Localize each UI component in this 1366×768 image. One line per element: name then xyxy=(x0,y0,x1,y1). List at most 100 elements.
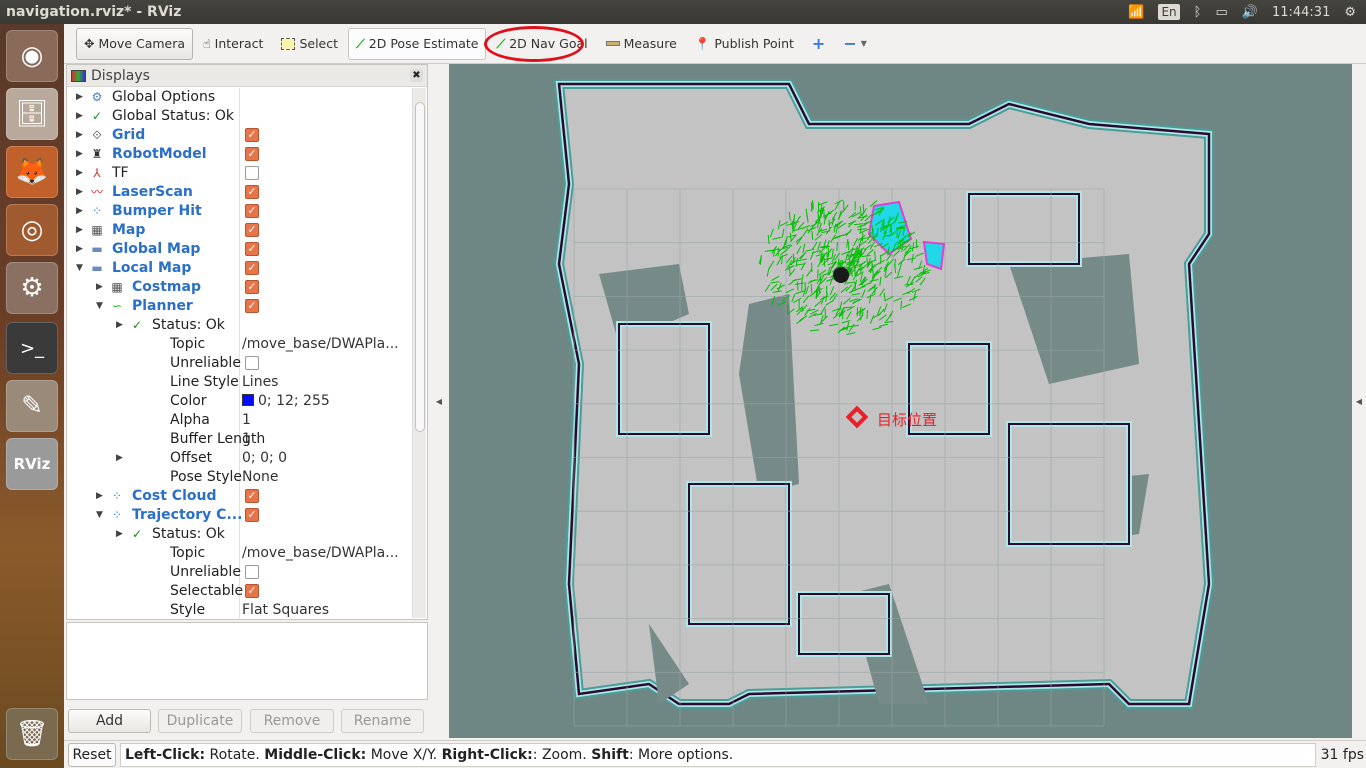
tree-row[interactable]: ▶ ⁘ Bumper Hit ✓ xyxy=(67,202,412,221)
tree-row[interactable]: Color 0; 12; 255 xyxy=(67,392,412,411)
visibility-checkbox[interactable]: ✓ xyxy=(245,185,259,199)
tree-row[interactable]: Selectable ✓ xyxy=(67,582,412,601)
tree-row[interactable]: Topic/move_base/DWAPla... xyxy=(67,544,412,563)
terminal-icon[interactable]: >_ xyxy=(6,322,58,374)
expand-arrow-icon[interactable]: ▶ xyxy=(116,525,123,544)
tree-row[interactable]: ▶ 〰 LaserScan ✓ xyxy=(67,183,412,202)
row-value[interactable]: /move_base/DWAPla... xyxy=(242,335,399,354)
visibility-checkbox[interactable]: ✓ xyxy=(245,299,259,313)
firefox-icon[interactable]: 🦊 xyxy=(6,146,58,198)
visibility-checkbox[interactable]: ✓ xyxy=(245,280,259,294)
collapse-arrow-icon[interactable]: ▼ xyxy=(76,259,83,278)
tree-row[interactable]: ▶ ▬ Global Map ✓ xyxy=(67,240,412,259)
tree-row[interactable]: ▼ ∽ Planner ✓ xyxy=(67,297,412,316)
tree-row[interactable]: ▶ ⅄ TF xyxy=(67,164,412,183)
tree-row[interactable]: ▶ ✓ Status: Ok xyxy=(67,525,412,544)
tree-row[interactable]: ▼ ⁘ Trajectory C... ✓ xyxy=(67,506,412,525)
row-value[interactable]: None xyxy=(242,468,279,487)
expand-arrow-icon[interactable]: ▶ xyxy=(116,316,123,335)
row-value[interactable]: /move_base/DWAPla... xyxy=(242,544,399,563)
expand-arrow-icon[interactable]: ▶ xyxy=(116,449,123,468)
tree-row[interactable]: Buffer Length 1 xyxy=(67,430,412,449)
visibility-checkbox[interactable]: ✓ xyxy=(245,147,259,161)
wifi-icon[interactable]: 📶 xyxy=(1128,5,1144,20)
collapse-arrow-icon[interactable]: ▼ xyxy=(96,506,103,525)
row-value[interactable]: 1 xyxy=(242,411,251,430)
rename-display-button[interactable]: Rename xyxy=(341,709,424,733)
tree-row[interactable]: ▶ ▦ Map ✓ xyxy=(67,221,412,240)
publish-point-tool[interactable]: 📍 Publish Point xyxy=(687,28,802,60)
select-tool[interactable]: Select xyxy=(273,28,346,60)
tree-row[interactable]: Pose Style None xyxy=(67,468,412,487)
tree-row[interactable]: Alpha 1 xyxy=(67,411,412,430)
rviz-icon[interactable]: RViz xyxy=(6,438,58,490)
move-camera-tool[interactable]: ✥ Move Camera xyxy=(76,27,194,60)
nav-goal-tool[interactable]: ⟋ 2D Nav Goal xyxy=(488,28,595,60)
tree-row[interactable]: Line Style Lines xyxy=(67,373,412,392)
visibility-checkbox[interactable]: ✓ xyxy=(245,508,259,522)
map-render[interactable]: 目标位置 xyxy=(449,64,1352,738)
tree-row[interactable]: Topic/move_base/DWAPla... xyxy=(67,335,412,354)
tree-row[interactable]: ▶ ♜ RobotModel ✓ xyxy=(67,145,412,164)
collapse-arrow-icon[interactable]: ▼ xyxy=(96,297,103,316)
expand-arrow-icon[interactable]: ▶ xyxy=(76,183,83,202)
collapse-right-panel-button[interactable]: ◀ xyxy=(1352,64,1366,738)
remove-display-button[interactable]: Remove xyxy=(250,709,334,733)
tree-row[interactable]: ▶ ▦ Costmap ✓ xyxy=(67,278,412,297)
clock[interactable]: 11:44:31 xyxy=(1272,5,1330,20)
add-tool-button[interactable]: + xyxy=(804,28,833,60)
expand-arrow-icon[interactable]: ▶ xyxy=(76,126,83,145)
visibility-checkbox[interactable]: ✓ xyxy=(245,489,259,503)
visibility-checkbox[interactable] xyxy=(245,565,259,579)
tree-row[interactable]: ▶ ✓ Global Status: Ok xyxy=(67,107,412,126)
vertical-scrollbar[interactable] xyxy=(412,88,426,618)
scrollbar-thumb[interactable] xyxy=(415,102,425,432)
expand-arrow-icon[interactable]: ▶ xyxy=(76,221,83,240)
add-display-button[interactable]: Add xyxy=(68,709,151,733)
visibility-checkbox[interactable]: ✓ xyxy=(245,584,259,598)
input-method-indicator[interactable]: En xyxy=(1158,4,1180,20)
power-gear-icon[interactable]: ⚙ xyxy=(1344,5,1356,20)
tree-row[interactable]: Style Flat Squares xyxy=(67,601,412,620)
trash-icon[interactable]: 🗑 xyxy=(6,708,58,760)
pose-estimate-tool[interactable]: ⟋ 2D Pose Estimate xyxy=(348,27,487,60)
expand-arrow-icon[interactable]: ▶ xyxy=(76,240,83,259)
row-value[interactable]: 1 xyxy=(242,430,251,449)
close-icon[interactable]: ✖ xyxy=(410,69,423,82)
expand-arrow-icon[interactable]: ▶ xyxy=(76,107,83,126)
tree-row[interactable]: ▶ ⟐ Grid ✓ xyxy=(67,126,412,145)
visibility-checkbox[interactable]: ✓ xyxy=(245,242,259,256)
visibility-checkbox[interactable]: ✓ xyxy=(245,223,259,237)
tree-row[interactable]: ▶ Offset 0; 0; 0 xyxy=(67,449,412,468)
visibility-checkbox[interactable]: ✓ xyxy=(245,204,259,218)
visibility-checkbox[interactable]: ✓ xyxy=(245,261,259,275)
expand-arrow-icon[interactable]: ▶ xyxy=(76,202,83,221)
tree-row[interactable]: ▶ ⁘ Cost Cloud ✓ xyxy=(67,487,412,506)
expand-arrow-icon[interactable]: ▶ xyxy=(76,88,83,107)
interact-tool[interactable]: ☝ Interact xyxy=(195,28,271,60)
measure-tool[interactable]: Measure xyxy=(598,28,685,60)
row-value[interactable]: Flat Squares xyxy=(242,601,329,620)
tree-row[interactable]: ▼ ▬ Local Map ✓ xyxy=(67,259,412,278)
expand-arrow-icon[interactable]: ▶ xyxy=(96,487,103,506)
remove-tool-button[interactable]: − ▼ xyxy=(835,28,875,60)
expand-arrow-icon[interactable]: ▶ xyxy=(76,164,83,183)
visibility-checkbox[interactable] xyxy=(245,356,259,370)
system-settings-icon[interactable]: ⚙ xyxy=(6,262,58,314)
tree-row[interactable]: ▶ ⚙ Global Options xyxy=(67,88,412,107)
battery-icon[interactable]: ▭ xyxy=(1215,5,1227,20)
row-value[interactable]: 0; 0; 0 xyxy=(242,449,287,468)
tree-row[interactable]: Unreliable xyxy=(67,563,412,582)
tree-row[interactable]: Unreliable xyxy=(67,354,412,373)
visibility-checkbox[interactable] xyxy=(245,166,259,180)
volume-icon[interactable]: 🔊 xyxy=(1242,5,1258,20)
visibility-checkbox[interactable]: ✓ xyxy=(245,128,259,142)
collapse-left-panel-button[interactable]: ◀ xyxy=(432,64,446,738)
duplicate-display-button[interactable]: Duplicate xyxy=(158,709,242,733)
ubuntu-dash-icon[interactable]: ◉ xyxy=(6,30,58,82)
3d-viewport[interactable]: 目标位置 xyxy=(449,64,1352,738)
text-editor-icon[interactable]: ✎ xyxy=(6,380,58,432)
expand-arrow-icon[interactable]: ▶ xyxy=(96,278,103,297)
bluetooth-icon[interactable]: ᛒ xyxy=(1194,5,1202,20)
files-icon[interactable]: 🗄 xyxy=(6,88,58,140)
